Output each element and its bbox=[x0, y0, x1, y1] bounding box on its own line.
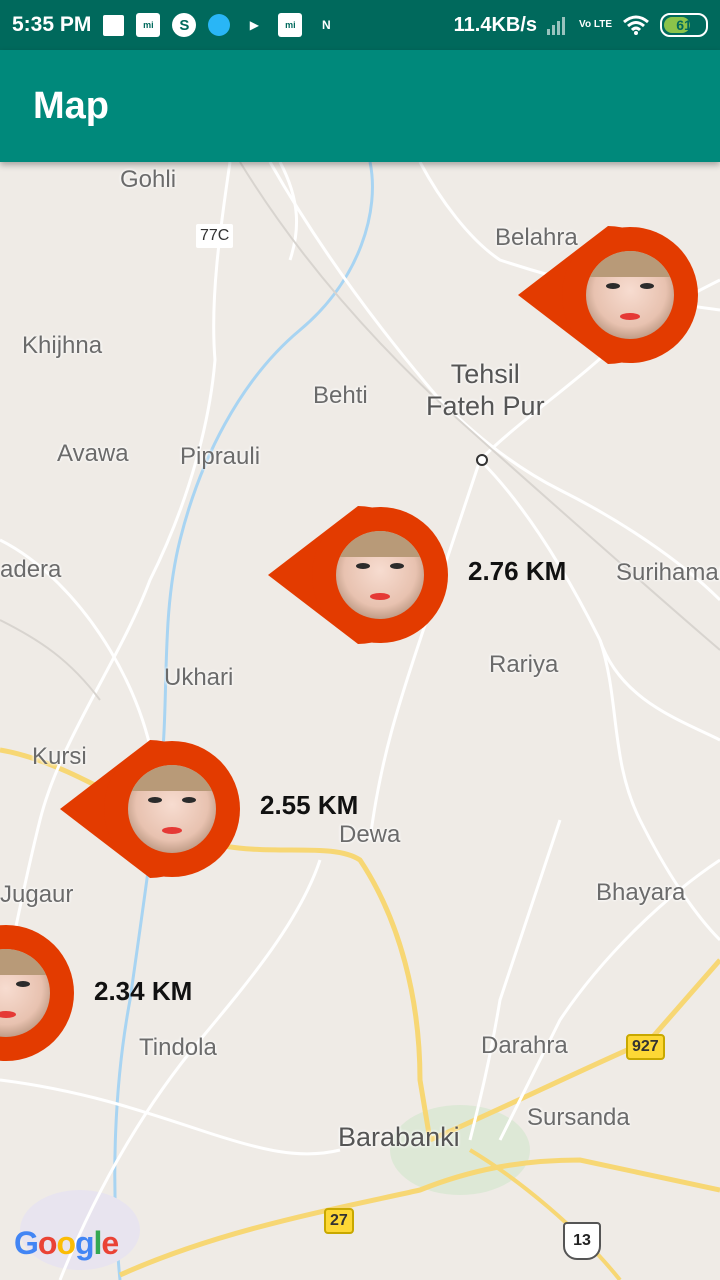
battery-level: 61 bbox=[676, 17, 692, 33]
highway-shield-27: 27 bbox=[324, 1208, 354, 1234]
location-marker[interactable] bbox=[0, 924, 74, 1062]
page-title: Map bbox=[33, 84, 109, 127]
place-label: Darahra bbox=[481, 1032, 568, 1059]
place-label: Tehsil Fateh Pur bbox=[426, 359, 545, 421]
marker-distance-label: 2.55 KM bbox=[260, 790, 359, 820]
place-label: Rariya bbox=[489, 651, 559, 678]
profile-avatar bbox=[128, 765, 216, 853]
n-app-icon: N bbox=[322, 18, 331, 32]
browser-icon bbox=[208, 14, 231, 36]
place-label: Gohli bbox=[120, 166, 177, 193]
place-label: Khijhna bbox=[22, 332, 103, 359]
place-label: Bhayara bbox=[596, 879, 686, 906]
place-label: Tindola bbox=[139, 1034, 217, 1061]
app-bar: Map bbox=[0, 50, 720, 162]
location-marker[interactable] bbox=[518, 226, 698, 364]
mi-app-icon: mi bbox=[136, 13, 161, 37]
place-label: Piprauli bbox=[180, 443, 261, 470]
location-marker[interactable] bbox=[268, 506, 448, 644]
place-label: Avawa bbox=[57, 440, 129, 467]
play-store-icon: ▶ bbox=[249, 18, 259, 32]
place-label: Surihamau bbox=[616, 559, 720, 586]
place-label: Dewa bbox=[339, 821, 401, 848]
volte-label: Vo LTE bbox=[579, 19, 612, 30]
network-speed: 11.4KB/s bbox=[453, 13, 538, 36]
status-bar: 5:35 PM mi S ▶ mi N 11.4KB/s Vo LTE 61 bbox=[0, 0, 720, 50]
battery-icon: 61 bbox=[660, 13, 708, 37]
place-label: Sursanda bbox=[527, 1104, 630, 1131]
place-label: Barabanki bbox=[338, 1122, 460, 1152]
map-view[interactable]: Gohli Belahra Khijhna Behti Tehsil Fateh… bbox=[0, 162, 720, 1280]
notification-square-icon bbox=[103, 14, 125, 36]
road-shield-77c: 77C bbox=[196, 224, 234, 248]
place-label: Ukhari bbox=[164, 664, 234, 691]
marker-distance-label: 2.76 KM bbox=[468, 556, 567, 586]
highway-shield-927: 927 bbox=[626, 1034, 665, 1060]
marker-distance-label: 2.34 KM bbox=[94, 976, 193, 1006]
place-label: adera bbox=[0, 556, 62, 583]
profile-avatar bbox=[336, 531, 424, 619]
google-logo[interactable]: Google bbox=[14, 1225, 119, 1262]
place-label: Behti bbox=[313, 382, 368, 409]
highway-shield-13: 13 bbox=[563, 1222, 601, 1260]
notification-icons: mi S ▶ mi N bbox=[103, 13, 338, 37]
mi-app-icon-2: mi bbox=[278, 13, 303, 37]
profile-avatar bbox=[586, 251, 674, 339]
status-time: 5:35 PM bbox=[12, 13, 92, 36]
location-marker[interactable] bbox=[60, 740, 240, 878]
place-label: Jugaur bbox=[0, 881, 74, 908]
cell-signal-icon bbox=[547, 17, 566, 35]
skype-icon: S bbox=[172, 13, 197, 37]
status-indicators: 11.4KB/s Vo LTE 61 bbox=[454, 13, 708, 37]
wifi-icon bbox=[623, 15, 649, 35]
